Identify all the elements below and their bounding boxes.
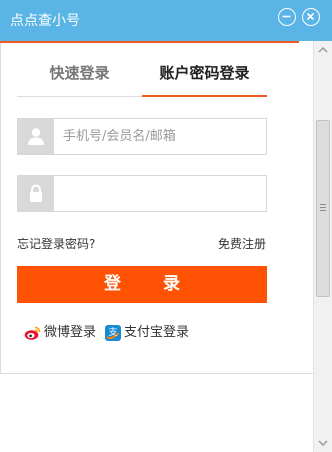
alipay-login-link[interactable]: 支 支付宝登录: [104, 324, 194, 342]
close-button[interactable]: [302, 8, 320, 26]
lock-icon: [30, 184, 42, 202]
close-icon: [306, 12, 315, 21]
password-input[interactable]: [55, 176, 265, 211]
weibo-login-link[interactable]: 微博登录: [24, 324, 104, 342]
login-button[interactable]: 登 录: [17, 266, 267, 303]
user-icon-box: [18, 119, 54, 154]
tab-account-password-login[interactable]: 账户密码登录: [142, 57, 267, 97]
lock-icon-box: [18, 176, 54, 211]
weibo-login-label: 微博登录: [44, 325, 97, 340]
tab-quick-login[interactable]: 快速登录: [17, 57, 142, 97]
window-title: 点点查小号: [10, 13, 80, 29]
scroll-up-button[interactable]: [314, 41, 332, 59]
title-bar: 点点查小号: [0, 0, 332, 41]
alipay-icon: 支: [105, 325, 121, 341]
username-field: [17, 118, 267, 155]
minimize-icon: [282, 15, 291, 18]
grip-line: [320, 204, 326, 205]
accent-divider: [0, 41, 299, 43]
forgot-password-link[interactable]: 忘记登录密码?: [17, 235, 95, 252]
password-field: [17, 175, 267, 212]
weibo-icon: [24, 326, 41, 340]
register-link[interactable]: 免费注册: [218, 235, 266, 252]
alipay-login-label: 支付宝登录: [124, 325, 190, 340]
grip-line: [320, 207, 326, 208]
chevron-up-icon: [318, 46, 328, 53]
login-tabs: 快速登录 账户密码登录: [17, 57, 267, 99]
grip-line: [320, 210, 326, 211]
scroll-down-button[interactable]: [314, 434, 332, 452]
user-icon: [28, 128, 44, 145]
chevron-down-icon: [318, 440, 328, 447]
minimize-button[interactable]: [278, 8, 296, 26]
svg-text:支: 支: [108, 326, 117, 338]
scroll-thumb[interactable]: [316, 120, 330, 297]
username-input[interactable]: [55, 119, 265, 154]
scrollbar[interactable]: [313, 41, 332, 452]
